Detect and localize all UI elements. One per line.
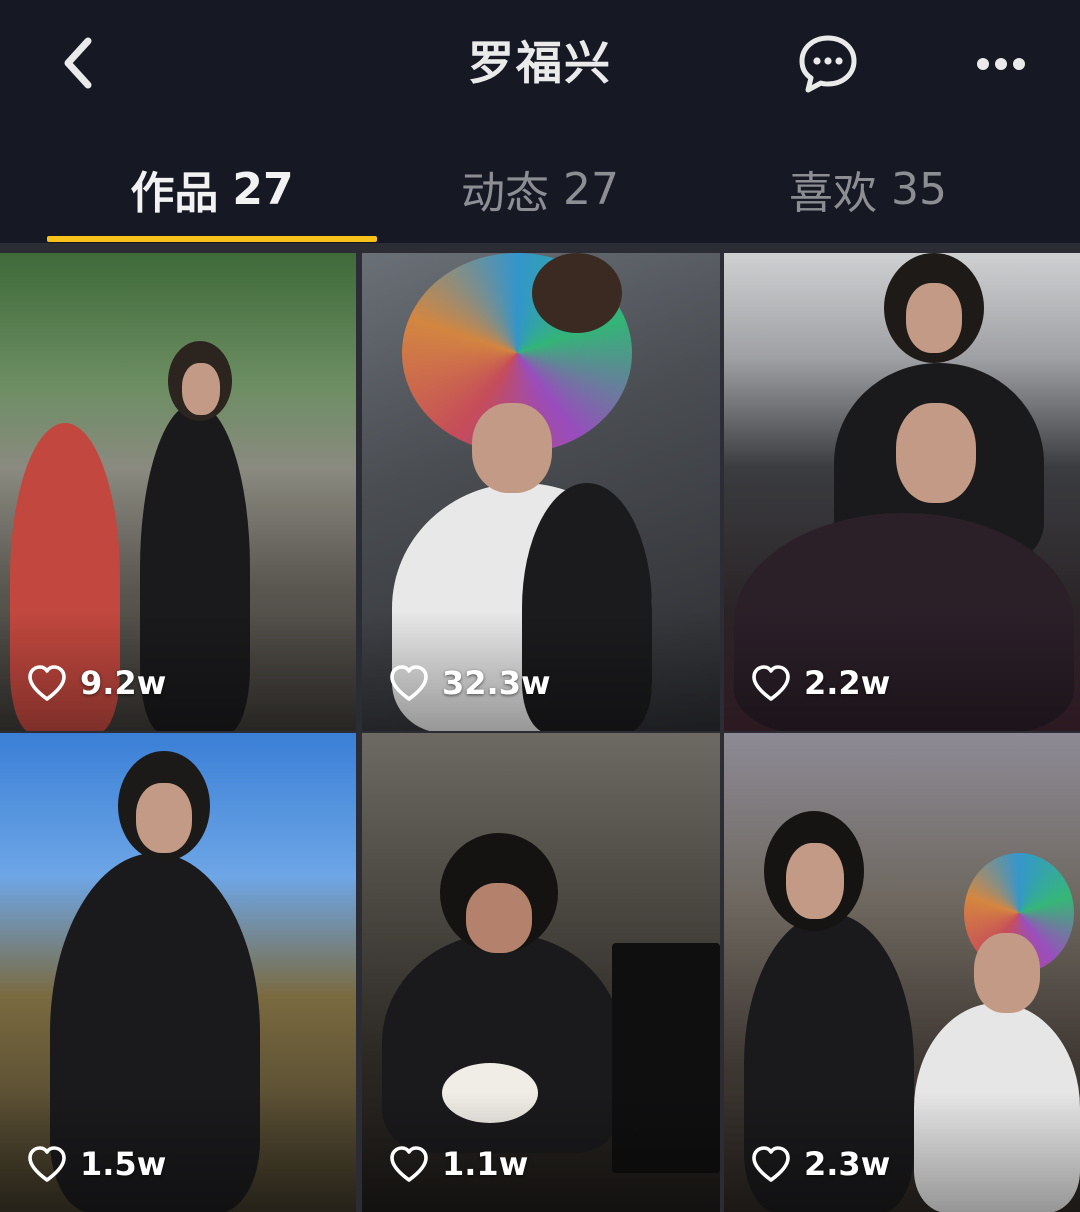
- more-options-button[interactable]: [966, 40, 1036, 88]
- thumbnail-face: [472, 403, 552, 493]
- video-thumbnail[interactable]: 1.5w: [0, 733, 356, 1212]
- heart-outline-icon: [28, 665, 66, 701]
- chevron-left-icon: [64, 37, 92, 89]
- video-thumbnail[interactable]: 2.2w: [724, 253, 1080, 731]
- tab-count: 27: [232, 163, 294, 215]
- like-count: 2.2w: [750, 661, 890, 705]
- thumbnail-face: [466, 883, 532, 953]
- thumbnail-head: [532, 253, 622, 333]
- message-button[interactable]: [796, 32, 860, 96]
- like-count-text: 2.2w: [804, 664, 891, 702]
- tab-likes[interactable]: 喜欢 35: [704, 154, 1032, 224]
- thumbnail-face: [906, 283, 962, 353]
- video-grid: 9.2w 32.3w 2.2w 1.5w 1.1w 2.3w: [0, 243, 1080, 1212]
- heart-outline-icon: [28, 1146, 66, 1182]
- more-dots-icon: [977, 58, 1025, 70]
- like-count: 9.2w: [26, 661, 166, 705]
- tab-works[interactable]: 作品 27: [48, 154, 376, 224]
- tab-label: 喜欢: [789, 168, 877, 219]
- tab-count: 27: [563, 163, 619, 215]
- like-count: 32.3w: [388, 661, 551, 705]
- video-thumbnail[interactable]: 2.3w: [724, 733, 1080, 1212]
- like-count-text: 1.1w: [442, 1145, 529, 1183]
- page-title: 罗福兴: [468, 36, 612, 90]
- like-count-text: 32.3w: [442, 664, 551, 702]
- top-navigation-bar: 罗福兴: [0, 0, 1080, 130]
- tab-count: 35: [891, 163, 947, 215]
- video-thumbnail[interactable]: 9.2w: [0, 253, 356, 731]
- tab-label: 作品: [130, 168, 219, 219]
- video-thumbnail[interactable]: 32.3w: [362, 253, 720, 731]
- like-count-text: 9.2w: [80, 664, 167, 702]
- like-count: 2.3w: [750, 1142, 890, 1186]
- thumbnail-face: [182, 363, 220, 415]
- thumbnail-face: [974, 933, 1040, 1013]
- heart-outline-icon: [390, 1146, 428, 1182]
- tab-dynamic[interactable]: 动态 27: [376, 154, 704, 224]
- heart-outline-icon: [390, 665, 428, 701]
- chat-bubble-icon: [799, 35, 857, 93]
- active-tab-indicator: [47, 236, 377, 242]
- profile-tabs: 作品 27 动态 27 喜欢 35: [0, 140, 1080, 240]
- like-count-text: 2.3w: [804, 1145, 891, 1183]
- thumbnail-face: [136, 783, 192, 853]
- thumbnail-face: [896, 403, 976, 503]
- like-count: 1.5w: [26, 1142, 166, 1186]
- like-count-text: 1.5w: [80, 1145, 167, 1183]
- heart-outline-icon: [752, 665, 790, 701]
- tab-label: 动态: [461, 168, 549, 219]
- heart-outline-icon: [752, 1146, 790, 1182]
- back-button[interactable]: [48, 30, 108, 96]
- like-count: 1.1w: [388, 1142, 528, 1186]
- thumbnail-face: [786, 843, 844, 919]
- video-thumbnail[interactable]: 1.1w: [362, 733, 720, 1212]
